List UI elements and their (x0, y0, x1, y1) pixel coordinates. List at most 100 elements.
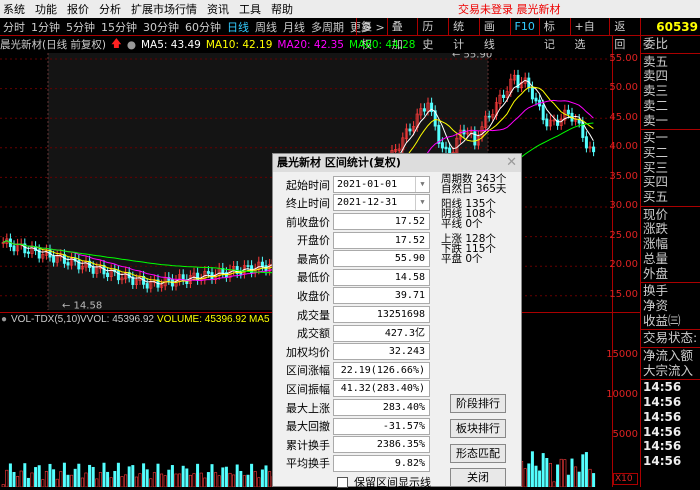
tick-time: 14:56 (643, 409, 682, 424)
field-value[interactable]: 283.40% (333, 399, 430, 416)
close-button[interactable]: 关闭 (450, 468, 506, 487)
field-row: 最大回撤 -31.57% (273, 417, 430, 435)
quote-panel: 60539 委比 卖五 卖四 卖三 卖二 卖一 买一 买二 买三 买四 买五 现价 涨跌 涨幅 总量外… (640, 18, 700, 487)
chart-title-line: 晨光新材(日线 前复权) 🡅 ● MA5: 43.49 MA10: 42.19 … (0, 36, 612, 53)
field-value[interactable]: 2386.35% (333, 436, 430, 454)
volume-bar (88, 464, 92, 487)
field-value[interactable]: 9.82% (333, 454, 430, 472)
adjust-button[interactable]: 复权 (356, 18, 387, 51)
period-30min[interactable]: 30分钟 (140, 19, 182, 35)
volume-bar (556, 464, 560, 487)
field-row: 累计换手 2386.35% (273, 436, 430, 454)
period-1min[interactable]: 1分钟 (28, 19, 63, 35)
field-value[interactable]: 17.52 (333, 213, 430, 230)
menu-quote[interactable]: 报价 (64, 1, 96, 17)
up-arrow-icon: 🡅 (111, 37, 122, 50)
menu-analysis[interactable]: 分析 (96, 1, 128, 17)
period-60min[interactable]: 60分钟 (182, 19, 224, 35)
draw-line-button[interactable]: 画线 (478, 18, 510, 51)
candle-body (196, 272, 200, 281)
tick-times: 14:56 14:56 14:56 14:56 14:56 14:56 (641, 380, 700, 468)
volume-bar (109, 477, 113, 487)
field-label: 区间涨幅 (286, 364, 330, 378)
ma60-value: MA60: 44.28 (348, 38, 416, 51)
volume-bar (59, 471, 63, 487)
field-label: 最低价 (297, 271, 330, 285)
ratio-label: 委比 (643, 36, 669, 51)
settings-circle-icon[interactable]: ● (1, 314, 7, 325)
volume-bar (250, 463, 254, 487)
menu-function[interactable]: 功能 (32, 1, 64, 17)
keep-lines-checkbox[interactable]: 保留区间显示线 (337, 474, 431, 490)
period-timeshare[interactable]: 分时 (0, 19, 28, 35)
candle-body (52, 255, 56, 263)
period-monthly[interactable]: 月线 (280, 19, 308, 35)
checkbox-box[interactable] (337, 476, 348, 488)
field-value[interactable]: 41.32(283.40%) (333, 380, 430, 398)
stat-value: 0个 (465, 218, 483, 230)
stage-ranking-button[interactable]: 阶段排行 (450, 394, 506, 413)
stat-label: 平线 (441, 218, 462, 230)
statistics-button[interactable]: 统计 (448, 18, 479, 51)
field-value[interactable]: 427.3亿 (333, 324, 430, 342)
period-15min[interactable]: 15分钟 (98, 19, 140, 35)
volume-bar (70, 474, 74, 487)
quote-group: 现价 涨跌 涨幅 总量 外盘 (641, 207, 700, 284)
volume-unit: X10 (613, 473, 638, 485)
mark-button[interactable]: 标记 (538, 18, 570, 51)
menu-extended-market[interactable]: 扩展市场行情 (128, 1, 204, 17)
volume-bar (37, 465, 41, 487)
f10-button[interactable]: F10 (509, 18, 539, 36)
tick-time: 14:56 (643, 453, 682, 468)
volume-bar (174, 473, 178, 487)
volume-bar (134, 476, 138, 487)
menu-news[interactable]: 资讯 (204, 1, 236, 17)
field-label: 加权均价 (286, 345, 330, 359)
volume-bar (235, 464, 239, 487)
field-value[interactable]: 32.243 (333, 343, 430, 361)
menu-help[interactable]: 帮助 (268, 1, 300, 17)
volume-bar (192, 473, 196, 487)
field-value[interactable]: 55.90 (333, 250, 430, 268)
chevron-down-icon[interactable]: ▼ (415, 195, 429, 210)
close-icon[interactable]: ✕ (506, 154, 517, 172)
volume-bar (142, 463, 146, 487)
chevron-down-icon[interactable]: ▼ (415, 177, 429, 192)
flow-field: 大宗流入 (643, 362, 694, 378)
buy-level: 买三 (643, 159, 669, 175)
period-daily[interactable]: 日线 (224, 19, 252, 35)
stock-code: 60539 (641, 18, 700, 36)
field-value[interactable]: 13251698 (333, 306, 430, 323)
field-label: 收盘价 (297, 289, 330, 303)
period-weekly[interactable]: 周线 (252, 19, 280, 35)
candle-body (246, 265, 250, 267)
back-button[interactable]: 返回 (609, 18, 640, 51)
menu-system[interactable]: 系统 (0, 1, 32, 17)
history-button[interactable]: 历史 (417, 18, 448, 51)
pattern-match-button[interactable]: 形态匹配 (450, 444, 506, 463)
end-date-select[interactable]: 2021-12-31 ▼ (333, 194, 430, 211)
field-value[interactable]: -31.57% (333, 417, 430, 435)
field-label: 最大上涨 (286, 401, 330, 415)
add-watchlist-button[interactable]: +自选 (569, 18, 610, 51)
menu-tools[interactable]: 工具 (236, 1, 268, 17)
field-row: 平均换手 9.82% (273, 454, 430, 472)
volume-bar (5, 469, 9, 487)
overlay-button[interactable]: 叠加 (386, 18, 418, 51)
volume-bar (120, 476, 124, 487)
field-value[interactable]: 17.52 (333, 231, 430, 249)
volume-tick: 10000 (606, 389, 638, 400)
candle-body (145, 283, 149, 289)
start-date-select[interactable]: 2021-01-01 ▼ (333, 176, 430, 193)
field-value[interactable]: 14.58 (333, 268, 430, 286)
period-5min[interactable]: 5分钟 (63, 19, 98, 35)
volume-bar (534, 465, 538, 487)
sector-ranking-button[interactable]: 板块排行 (450, 419, 506, 438)
field-label: 最大回撤 (286, 420, 330, 434)
candle-body (584, 136, 588, 149)
field-value[interactable]: 39.71 (333, 287, 430, 305)
period-multi[interactable]: 多周期 (308, 19, 347, 35)
settings-circle-icon[interactable]: ● (127, 39, 136, 51)
quote-field: 现价 (643, 206, 669, 222)
field-value[interactable]: 22.19(126.66%) (333, 361, 430, 379)
